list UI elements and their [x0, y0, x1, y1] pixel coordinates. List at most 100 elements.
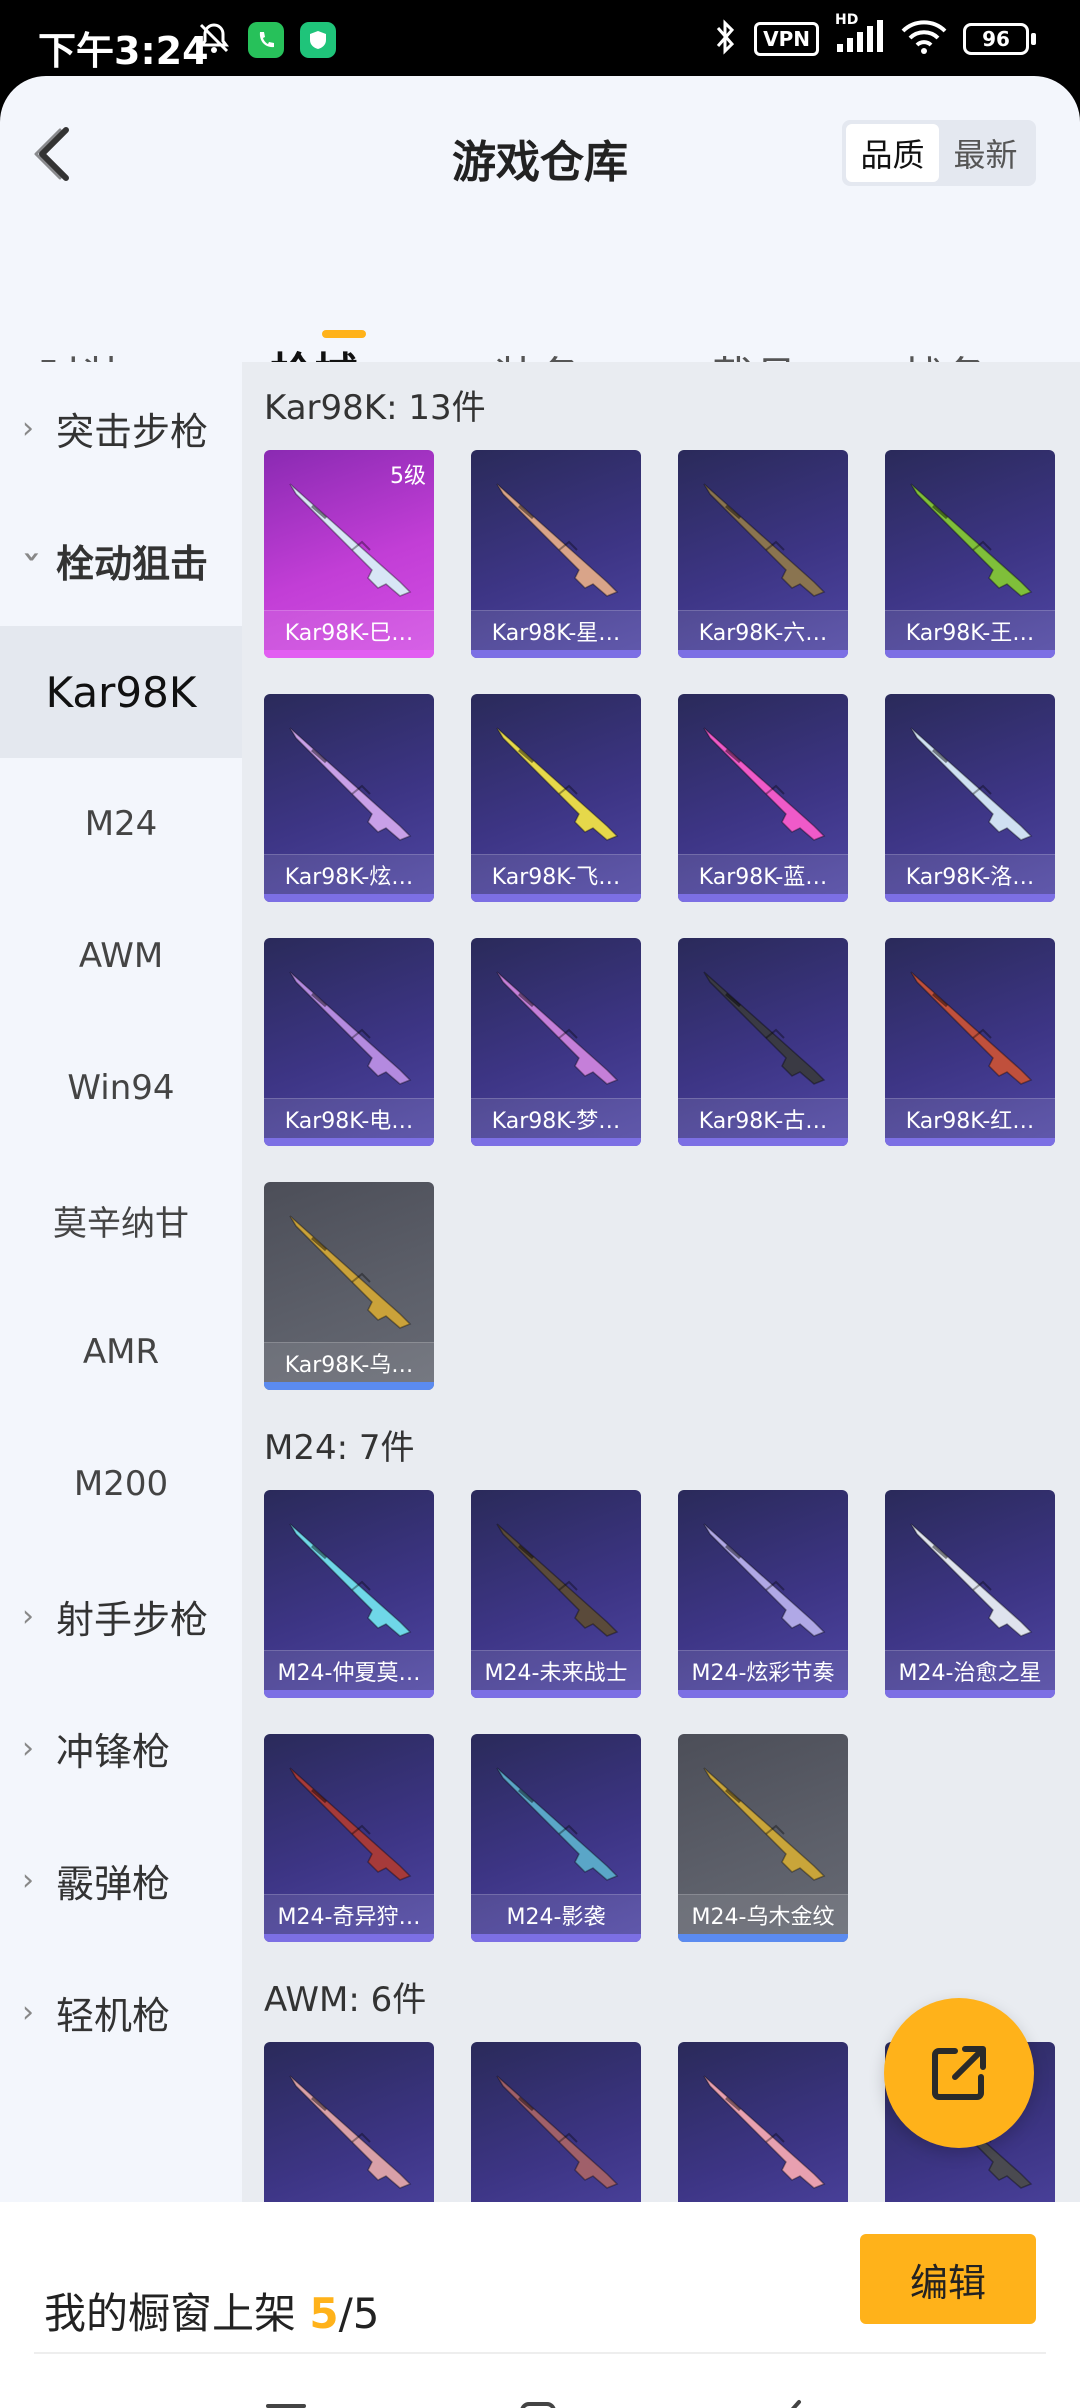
rifle-icon [289, 2075, 412, 2189]
edit-button[interactable]: 编辑 [860, 2234, 1036, 2324]
category-tabs: 时装 1205 枪械 368 装备 512 载具 8 战备 301 [0, 226, 1080, 404]
skin-card[interactable]: Kar98K-炫… [264, 694, 434, 902]
level-badge: 5级 [390, 464, 426, 489]
sidebar-item-5[interactable]: Win94 [0, 1022, 242, 1154]
rifle-icon [496, 1767, 619, 1881]
skin-card[interactable]: M24-仲夏莫… [264, 1490, 434, 1698]
sidebar-item-10[interactable]: › 冲锋枪 [0, 1682, 242, 1814]
sidebar-item-3[interactable]: M24 [0, 758, 242, 890]
skin-name: Kar98K-炫… [264, 854, 434, 894]
skin-card[interactable]: Kar98K-梦… [471, 938, 641, 1146]
chevron-icon: › [14, 550, 50, 563]
skin-card[interactable]: Kar98K-六… [678, 450, 848, 658]
bell-off-icon [196, 20, 232, 60]
skin-name: Kar98K-蓝… [678, 854, 848, 894]
skin-name: Kar98K-星… [471, 610, 641, 650]
sidebar-item-9[interactable]: › 射手步枪 [0, 1550, 242, 1682]
skin-card[interactable]: Kar98K-王… [885, 450, 1055, 658]
share-button[interactable] [884, 1998, 1034, 2148]
rarity-bar [885, 894, 1055, 902]
skin-name: Kar98K-梦… [471, 1098, 641, 1138]
chevron-icon: › [22, 1730, 34, 1766]
section-title: M24: 7件 [264, 1428, 415, 1468]
sidebar-item-1[interactable]: › 栓动狙击 [0, 494, 242, 626]
showcase-footer: 我的橱窗上架 5/5 编辑 [0, 2202, 1080, 2408]
sidebar-item-label: 突击步枪 [56, 409, 209, 454]
skin-card[interactable]: M24-奇异狩… [264, 1734, 434, 1942]
skin-card[interactable]: Kar98K-古… [678, 938, 848, 1146]
skin-card[interactable]: Kar98K-洛… [885, 694, 1055, 902]
skin-card[interactable]: Kar98K-电… [264, 938, 434, 1146]
rifle-icon [289, 971, 412, 1085]
rarity-bar [471, 1138, 641, 1146]
shield-app-icon [300, 22, 336, 58]
skin-name: Kar98K-巳… [264, 610, 434, 650]
rarity-bar [264, 1382, 434, 1390]
skin-card[interactable] [471, 2042, 641, 2202]
sidebar-item-label: 冲锋枪 [56, 1729, 171, 1774]
sidebar-item-6[interactable]: 莫辛纳甘 [0, 1154, 242, 1286]
skin-card[interactable]: M24-乌木金纹 [678, 1734, 848, 1942]
skin-name: Kar98K-红… [885, 1098, 1055, 1138]
skin-name: Kar98K-六… [678, 610, 848, 650]
skin-card[interactable]: Kar98K-星… [471, 450, 641, 658]
skin-card[interactable] [678, 2042, 848, 2202]
rifle-icon [910, 971, 1033, 1085]
battery-icon: 96 [963, 23, 1036, 55]
sidebar-item-11[interactable]: › 霰弹枪 [0, 1814, 242, 1946]
sidebar-item-label: Win94 [67, 1068, 175, 1108]
sidebar-item-12[interactable]: › 轻机枪 [0, 1946, 242, 2078]
sidebar-item-0[interactable]: › 突击步枪 [0, 362, 242, 494]
menu-icon[interactable] [256, 2390, 316, 2408]
skin-card[interactable]: M24-治愈之星 [885, 1490, 1055, 1698]
rifle-icon [910, 727, 1033, 841]
rifle-icon [496, 2075, 619, 2189]
sidebar-item-4[interactable]: AWM [0, 890, 242, 1022]
sidebar-item-label: 轻机枪 [56, 1993, 171, 2038]
rarity-bar [471, 1934, 641, 1942]
rarity-bar [678, 894, 848, 902]
rifle-icon [496, 1523, 619, 1637]
rarity-bar [264, 1690, 434, 1698]
skin-name: Kar98K-古… [678, 1098, 848, 1138]
rifle-icon [496, 727, 619, 841]
sidebar-item-2[interactable]: Kar98K [0, 626, 242, 758]
sidebar-item-label: 栓动狙击 [56, 541, 209, 586]
sort-quality-button[interactable]: 品质 [846, 124, 939, 182]
rarity-bar [264, 894, 434, 902]
rifle-icon [703, 1767, 826, 1881]
rarity-bar [471, 1690, 641, 1698]
rifle-icon [703, 971, 826, 1085]
skin-name: M24-治愈之星 [885, 1650, 1055, 1690]
skin-card[interactable]: 5级 Kar98K-巳… [264, 450, 434, 658]
skin-card[interactable] [264, 2042, 434, 2202]
skin-name: M24-仲夏莫… [264, 1650, 434, 1690]
rifle-icon [703, 2075, 826, 2189]
skin-card[interactable]: M24-未来战士 [471, 1490, 641, 1698]
skin-card[interactable]: Kar98K-飞… [471, 694, 641, 902]
skin-card[interactable]: Kar98K-蓝… [678, 694, 848, 902]
sort-newest-button[interactable]: 最新 [939, 124, 1032, 182]
skin-name: Kar98K-飞… [471, 854, 641, 894]
status-bar: 下午3:24 VPN HD 96 [0, 0, 1080, 76]
sidebar-item-label: M24 [84, 804, 158, 844]
skin-card[interactable]: M24-影袭 [471, 1734, 641, 1942]
sidebar-item-label: 霰弹枪 [56, 1861, 171, 1906]
sidebar-item-7[interactable]: AMR [0, 1286, 242, 1418]
skin-card[interactable]: M24-炫彩节奏 [678, 1490, 848, 1698]
rifle-icon [496, 971, 619, 1085]
skin-card[interactable]: Kar98K-乌… [264, 1182, 434, 1390]
skin-name: M24-奇异狩… [264, 1894, 434, 1934]
nav-back-icon[interactable] [762, 2390, 822, 2408]
chevron-icon: › [22, 1994, 34, 2030]
sidebar-item-8[interactable]: M200 [0, 1418, 242, 1550]
active-tab-indicator [322, 330, 366, 338]
section-title: Kar98K: 13件 [264, 388, 486, 428]
weapon-type-sidebar: › 突击步枪 › 栓动狙击 Kar98K M24 AWM Win94 莫辛纳甘 AMR M200 › 射… [0, 362, 242, 2202]
rarity-bar [264, 1138, 434, 1146]
skin-card[interactable]: Kar98K-红… [885, 938, 1055, 1146]
skin-name: Kar98K-电… [264, 1098, 434, 1138]
bluetooth-icon [714, 18, 738, 60]
vpn-icon: VPN [754, 22, 819, 56]
home-icon[interactable] [508, 2390, 568, 2408]
